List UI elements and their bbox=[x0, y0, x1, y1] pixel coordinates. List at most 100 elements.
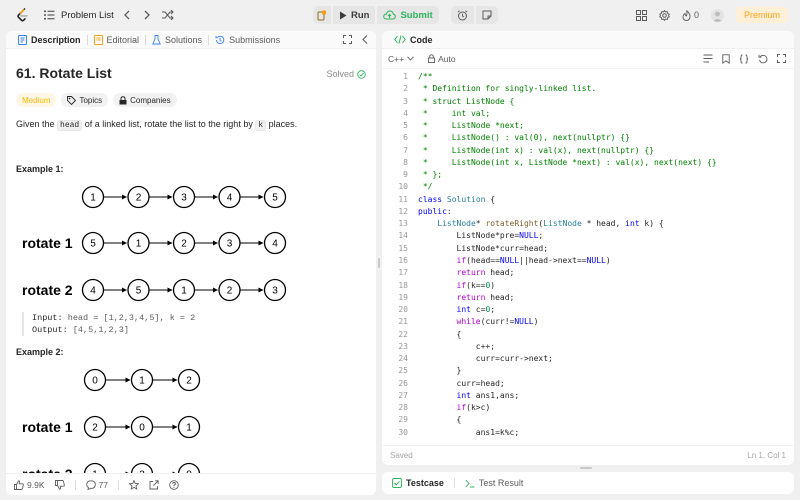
code-line[interactable]: 8 * ListNode(int x, ListNode *next) : va… bbox=[382, 157, 794, 169]
submit-button[interactable]: Submit bbox=[377, 6, 439, 24]
line-number: 27 bbox=[398, 390, 408, 400]
editor-status-bar: Saved Ln 1, Col 1 bbox=[382, 445, 794, 465]
problem-list-button[interactable]: Problem List bbox=[44, 10, 124, 21]
code-line[interactable]: 14 ListNode*pre=NULL; bbox=[382, 230, 794, 242]
node-value: 1 bbox=[139, 376, 145, 387]
code-line[interactable]: 26 curr=head; bbox=[382, 378, 794, 390]
code-line[interactable]: 23 c++; bbox=[382, 341, 794, 353]
streak-counter[interactable]: 0 bbox=[682, 9, 699, 21]
help-icon[interactable] bbox=[169, 479, 179, 490]
layout-icon[interactable] bbox=[635, 9, 647, 21]
code-line-text: while(curr!=NULL) bbox=[456, 317, 539, 327]
auto-mode-button[interactable]: Auto bbox=[428, 54, 456, 64]
code-line[interactable]: 3 * struct ListNode { bbox=[382, 96, 794, 108]
code-line-text: * ListNode *next; bbox=[418, 121, 524, 131]
code-line[interactable]: 11 class Solution { bbox=[382, 194, 794, 206]
problem-tags: Medium Topics Companies bbox=[16, 93, 177, 107]
debug-button[interactable] bbox=[313, 6, 331, 24]
code-line[interactable]: 29 { bbox=[382, 414, 794, 426]
line-number: 21 bbox=[398, 317, 408, 327]
save-status: Saved bbox=[390, 451, 413, 460]
companies-label: Companies bbox=[130, 95, 171, 105]
code-line-text: ans1=k%c; bbox=[418, 427, 520, 437]
code-line-text: ListNode* rotateRight(ListNode * head, i… bbox=[437, 219, 664, 229]
code-line[interactable]: 16 if(head==NULL||head->next==NULL) bbox=[382, 255, 794, 267]
run-button[interactable]: Run bbox=[333, 6, 376, 24]
code-line[interactable]: 27 int ans1,ans; bbox=[382, 390, 794, 402]
share-icon[interactable] bbox=[149, 479, 159, 490]
code-line[interactable]: 5 * ListNode *next; bbox=[382, 120, 794, 132]
code-line[interactable]: 10 */ bbox=[382, 181, 794, 193]
code-line[interactable]: 28 if(k>c) bbox=[382, 402, 794, 414]
line-number: 1 bbox=[403, 72, 408, 81]
format-lines-icon[interactable] bbox=[703, 54, 713, 64]
collapse-chevron-icon[interactable] bbox=[362, 35, 368, 44]
code-line[interactable]: 30 ans1=k%c; bbox=[382, 427, 794, 439]
code-line[interactable]: 15 ListNode*curr=head; bbox=[382, 243, 794, 255]
tab-code-label: Code bbox=[410, 34, 433, 45]
code-line[interactable]: 9 * }; bbox=[382, 169, 794, 181]
leetcode-logo-icon[interactable] bbox=[14, 7, 30, 23]
settings-gear-icon[interactable] bbox=[659, 9, 670, 21]
node-value: 1 bbox=[90, 193, 96, 204]
node-value: 2 bbox=[186, 376, 192, 387]
notes-button[interactable] bbox=[475, 6, 498, 24]
braces-icon[interactable] bbox=[739, 53, 749, 64]
code-line[interactable]: 24 curr=curr->next; bbox=[382, 353, 794, 365]
maximize-icon[interactable] bbox=[343, 35, 352, 44]
code-line[interactable]: 18 if(k==0) bbox=[382, 280, 794, 292]
code-line[interactable]: 20 int c=0; bbox=[382, 304, 794, 316]
chevron-right-icon[interactable] bbox=[144, 10, 150, 20]
code-line[interactable]: 6 * ListNode() : val(0), next(nullptr) {… bbox=[382, 132, 794, 144]
node-value: 4 bbox=[272, 239, 278, 250]
user-avatar[interactable] bbox=[710, 8, 724, 22]
code-line[interactable]: 22 { bbox=[382, 329, 794, 341]
bookmark-icon[interactable] bbox=[722, 53, 730, 64]
code-line[interactable]: 2 * Definition for singly-linked list. bbox=[382, 83, 794, 95]
line-number: 14 bbox=[398, 231, 408, 241]
language-select[interactable]: C++ bbox=[388, 54, 414, 64]
tab-test-result[interactable]: Test Result bbox=[459, 478, 530, 488]
tab-editorial[interactable]: Editorial bbox=[88, 34, 146, 45]
code-line[interactable]: 7 * ListNode(int x) : val(x), next(nullp… bbox=[382, 145, 794, 157]
shuffle-icon[interactable] bbox=[161, 10, 174, 20]
code-line[interactable]: 4 * int val; bbox=[382, 108, 794, 120]
node-value: 0 bbox=[92, 376, 98, 387]
tab-description[interactable]: Description bbox=[12, 34, 87, 45]
tab-separator bbox=[453, 478, 455, 488]
code-editor[interactable]: 1 /** 2 * Definition for singly-linked lis… bbox=[382, 71, 794, 443]
code-line[interactable]: 1 /** bbox=[382, 71, 794, 83]
code-line-text: /** bbox=[418, 72, 433, 81]
solved-label: Solved bbox=[326, 69, 354, 79]
node-value: 1 bbox=[136, 239, 142, 250]
like-button[interactable]: 9.9K bbox=[14, 480, 45, 490]
code-line[interactable]: 19 return head; bbox=[382, 292, 794, 304]
lock-icon bbox=[428, 54, 436, 63]
code-line-text: return head; bbox=[456, 292, 515, 302]
reset-icon[interactable] bbox=[758, 54, 768, 64]
comments-button[interactable]: 77 bbox=[85, 480, 108, 490]
tab-testcase[interactable]: Testcase bbox=[386, 478, 450, 488]
topics-tag[interactable]: Topics bbox=[61, 93, 109, 107]
companies-tag[interactable]: Companies bbox=[113, 93, 177, 107]
dislike-button[interactable] bbox=[54, 479, 65, 490]
premium-button[interactable]: Premium bbox=[735, 7, 788, 23]
vertical-resize-handle[interactable] bbox=[378, 258, 380, 268]
check-circle-icon bbox=[357, 69, 366, 79]
fullscreen-icon[interactable] bbox=[777, 54, 786, 64]
node-value: 4 bbox=[90, 286, 96, 297]
horizontal-resize-handle[interactable] bbox=[580, 467, 592, 469]
code-line[interactable]: 12 public: bbox=[382, 206, 794, 218]
node-value: 5 bbox=[136, 286, 142, 297]
tab-code[interactable]: Code bbox=[388, 35, 439, 45]
list-icon bbox=[44, 10, 55, 20]
tab-solutions[interactable]: Solutions bbox=[146, 35, 208, 45]
star-icon[interactable] bbox=[128, 479, 139, 490]
chevron-left-icon[interactable] bbox=[123, 10, 130, 20]
code-line[interactable]: 17 return head; bbox=[382, 267, 794, 279]
timer-button[interactable] bbox=[450, 6, 474, 24]
tab-submissions[interactable]: Submissions bbox=[209, 35, 286, 45]
code-line[interactable]: 13 ListNode* rotateRight(ListNode * head… bbox=[382, 218, 794, 230]
code-line[interactable]: 25 } bbox=[382, 365, 794, 377]
code-line[interactable]: 21 while(curr!=NULL) bbox=[382, 316, 794, 328]
